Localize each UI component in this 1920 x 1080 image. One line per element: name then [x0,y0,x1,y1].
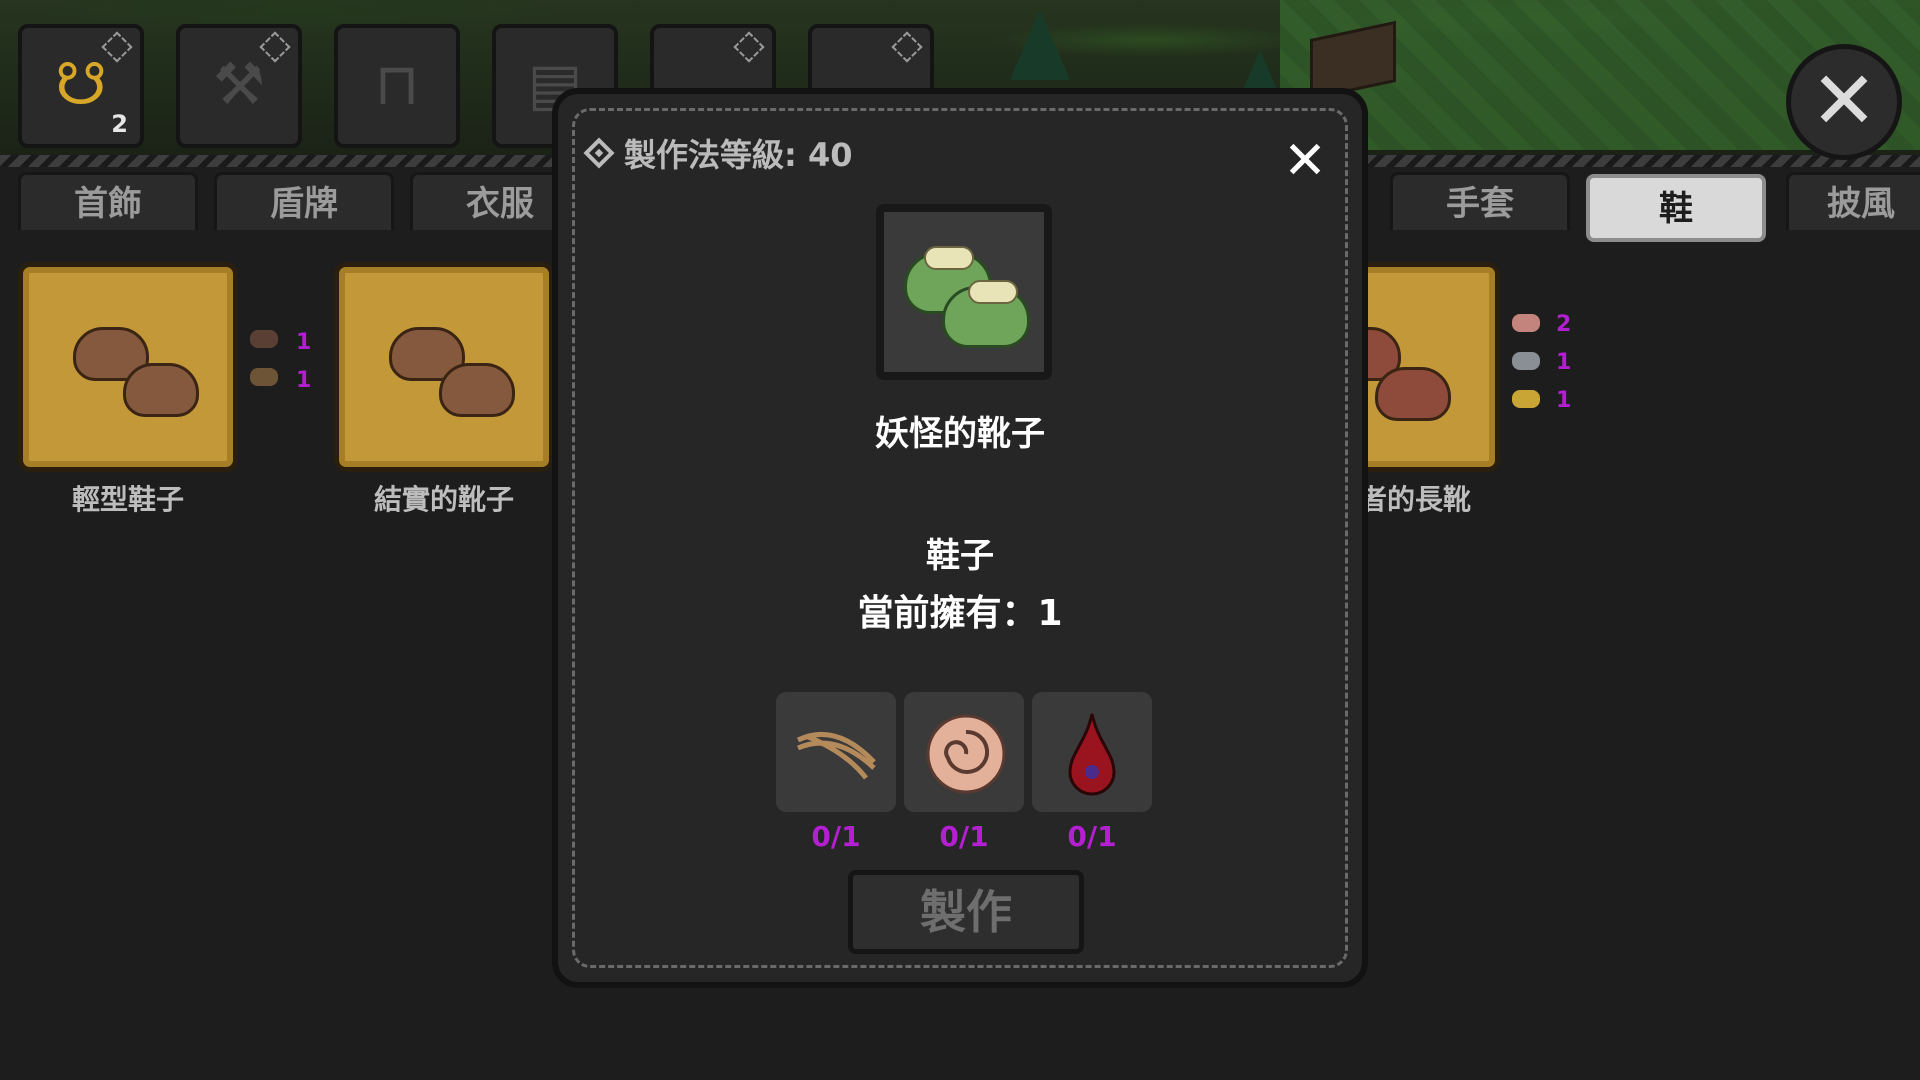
ingredient-slot-blood[interactable] [1032,692,1152,812]
necklace-icon: ☋ [55,50,107,118]
recipe-level-row: 製作法等級: 40 [583,130,853,176]
recipe-scroll-icon [733,31,765,63]
workbench-icon: ⊓ [374,50,420,118]
req-count: 2 [1556,312,1572,337]
category-count: 2 [111,110,128,138]
close-dialog-button[interactable]: ✕ [1278,134,1332,188]
close-crafting-button[interactable]: ✕ [1786,44,1902,160]
ingredient-count: 0/1 [811,820,861,853]
req-count: 1 [296,330,312,355]
ingredient-slot-worm[interactable] [904,692,1024,812]
tree-icon [1010,10,1070,80]
iron-bar-icon [1512,352,1540,370]
tab-cloak[interactable]: 披風 [1786,172,1920,230]
item-type: 鞋子 [926,536,994,576]
coiled-worm-icon [926,714,1006,794]
crafting-screen: ☋ 2 ⚒ ⊓ ▤ 首飾 盾牌 衣服 手套 鞋 披風 輕型鞋子 1 1 結實的靴… [0,0,1920,1080]
req-count: 1 [1556,388,1572,413]
recipe-detail-dialog: 製作法等級: 40 ✕ 妖怪的靴子 鞋子 當前擁有：1 0/1 0/1 0/1 … [552,88,1368,988]
item-card-light-shoes[interactable] [18,262,238,472]
axe-icon: ⚒ [213,50,265,118]
item-card-sturdy-boots[interactable] [334,262,554,472]
req-count: 1 [1556,350,1572,375]
gold-bar-icon [1512,390,1540,408]
category-slot-axe[interactable]: ⚒ [176,24,302,148]
category-slot-workbench[interactable]: ⊓ [334,24,460,148]
ingredient-count: 0/1 [1067,820,1117,853]
item-label: 結實的靴子 [373,483,514,516]
recipe-level-label: 製作法等級: 40 [624,136,853,174]
ingredient-slot-rope[interactable] [776,692,896,812]
ingredient-count: 0/1 [939,820,989,853]
diamond-icon [583,137,615,169]
shoe-cuff [924,246,974,270]
item-label: 輕型鞋子 [71,483,184,516]
rope-icon [796,731,876,780]
tab-shoes[interactable]: 鞋 [1586,174,1766,242]
item-preview [876,204,1052,380]
tab-jewelry[interactable]: 首飾 [18,172,198,230]
shoe-icon [1375,367,1451,421]
meat-icon [1512,314,1540,332]
shoe-icon [123,363,199,417]
tab-gloves[interactable]: 手套 [1390,172,1570,230]
leather-icon [250,330,278,348]
close-icon: ✕ [1810,54,1878,147]
tab-shield[interactable]: 盾牌 [214,172,394,230]
blood-drop-icon [1068,713,1116,796]
owned-count: 當前擁有：1 [857,593,1063,634]
req-count: 1 [296,368,312,393]
rope-icon [250,368,278,386]
craft-button[interactable]: 製作 [848,870,1084,954]
shoe-icon [439,363,515,417]
category-slot-necklace[interactable]: ☋ 2 [18,24,144,148]
recipe-scroll-icon [891,31,923,63]
item-name: 妖怪的靴子 [875,414,1045,454]
shoe-cuff [968,280,1018,304]
